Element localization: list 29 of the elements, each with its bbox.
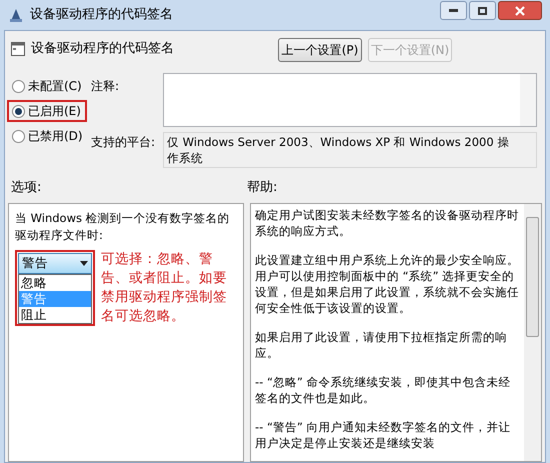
dropdown-item[interactable]: 阻止 (19, 306, 91, 323)
platform-label: 支持的平台: (91, 134, 156, 151)
policy-title: 设备驱动程序的代码签名 (31, 40, 174, 58)
help-paragraph: 确定用户试图安装未经数字签名的设备驱动程序时系统的响应方式。 (255, 207, 520, 239)
help-paragraph: 如果启用了此设置，请使用下拉框指定所需的响应。 (255, 329, 508, 361)
help-paragraph: -- “忽略” 命令系统继续安装，即使其中包含未经签名的文件也是如此。 (255, 374, 512, 406)
scrollbar[interactable] (524, 204, 541, 461)
caret-icon (80, 260, 88, 266)
dropdown-item[interactable]: 忽略 (19, 274, 91, 291)
platform-text: 仅 Windows Server 2003、Windows XP 和 Windows 2000 操作系统 (166, 134, 510, 167)
comment-label: 注释: (91, 78, 120, 95)
options-prompt: 当 Windows 检测到一个没有数字签名的驱动程序文件时: (15, 210, 231, 244)
radio-option[interactable]: 已禁用(D) (7, 125, 87, 147)
minimize-icon[interactable] (440, 1, 467, 20)
close-icon[interactable] (498, 1, 542, 20)
radio-option[interactable]: 未配置(C) (7, 75, 87, 97)
dropdown[interactable]: 警告 (18, 253, 92, 274)
window-title: 设备驱动程序的代码签名 (30, 6, 173, 24)
options-label: 选项: (10, 179, 42, 198)
policy-icon (11, 42, 25, 56)
app-icon (8, 7, 24, 23)
nav-button[interactable]: 上一个设置(P) (278, 38, 362, 62)
radio-option[interactable]: 已启用(E) (7, 100, 87, 122)
comment-field[interactable] (163, 73, 537, 127)
maximize-icon[interactable] (469, 1, 496, 20)
annotation-text: 可选择：忽略、警告、或者阻止。如要禁用驱动程序强制签名可选忽略。 (101, 250, 228, 326)
help-paragraph: 此设置建立组中用户系统上允许的最少安全响应。用户可以使用控制面板中的 “系统” 选择更安全的设置，但是如果启用了此设置，系统就不会实施任何安全性低于该设置的设置。 (255, 252, 520, 316)
help-paragraph: -- “警告” 向用户通知未经数字签名的文件，并让用户决定是停止安装还是继续安装 (255, 419, 512, 451)
help-label: 帮助: (247, 179, 278, 198)
